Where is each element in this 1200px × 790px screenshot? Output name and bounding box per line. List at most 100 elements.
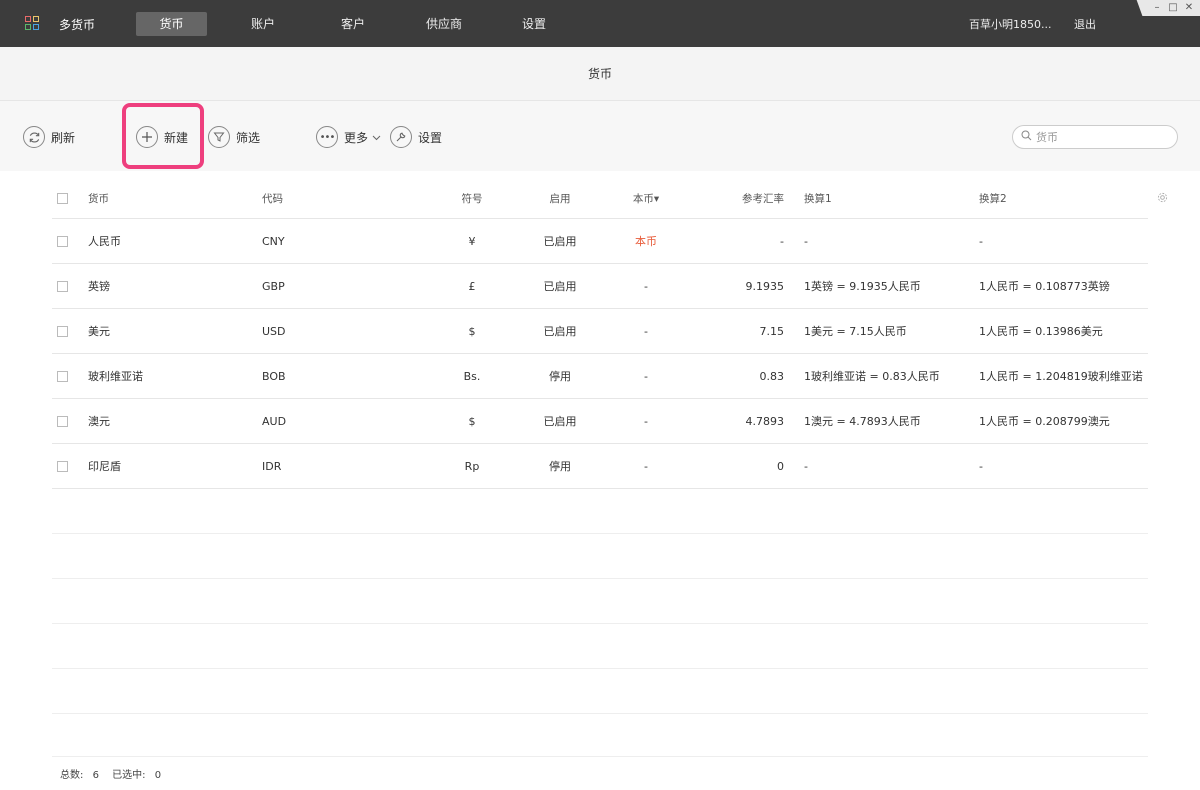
row-checkbox[interactable] [57, 415, 68, 427]
cell-currency-name: 人民币 [88, 235, 121, 248]
nav-tab-customers[interactable]: 客户 [326, 12, 380, 36]
row-checkbox[interactable] [57, 235, 68, 247]
top-nav-bar: 多货币 货币 账户 客户 供应商 设置 百草小明1850... 退出 – □ ✕ [0, 0, 1200, 47]
cell-conversion-2: - [979, 459, 983, 473]
row-checkbox-cell [57, 264, 68, 308]
nav-tab-accounts[interactable]: 账户 [236, 12, 290, 36]
refresh-button[interactable]: 刷新 [23, 125, 75, 149]
cell-rate: 4.7893 [745, 414, 785, 428]
empty-row [52, 669, 1148, 714]
header-currency[interactable]: 货币 [88, 178, 109, 218]
table-row[interactable]: 美元 USD $ 已启用 - 7.15 1美元 = 7.15人民币 1人民币 =… [52, 309, 1148, 354]
row-checkbox-cell [57, 444, 68, 488]
cell-rate: 9.1935 [745, 279, 785, 293]
refresh-label: 刷新 [51, 130, 76, 145]
cell-base-currency: - [644, 414, 648, 428]
header-conversion-2[interactable]: 换算2 [979, 178, 1007, 218]
cell-currency-name: 澳元 [88, 415, 110, 428]
empty-row [52, 714, 1148, 757]
cell-rate: - [780, 234, 784, 248]
more-label: 更多 [344, 130, 369, 145]
cell-base-currency: - [644, 324, 648, 338]
table-row[interactable]: 印尼盾 IDR Rp 停用 - 0 - - [52, 444, 1148, 489]
currency-table: 货币 代码 符号 启用 本币▾ 参考汇率 换算1 换算2 人民币 CNY ¥ 已… [52, 178, 1168, 757]
user-name[interactable]: 百草小明1850... [969, 16, 1051, 32]
filter-icon [208, 126, 230, 148]
select-all-checkbox[interactable] [57, 192, 68, 204]
search-input[interactable] [1036, 130, 1156, 144]
empty-row [52, 624, 1148, 669]
nav-tab-settings[interactable]: 设置 [507, 12, 561, 36]
more-button[interactable]: ••• 更多 [316, 125, 381, 149]
table-header-row: 货币 代码 符号 启用 本币▾ 参考汇率 换算1 换算2 [52, 178, 1168, 219]
header-rate[interactable]: 参考汇率 [702, 178, 784, 218]
page-title: 货币 [0, 47, 1200, 101]
header-enabled[interactable]: 启用 [530, 178, 590, 218]
cell-code: BOB [262, 369, 286, 383]
status-footer: 总数: 6 已选中: 0 [60, 766, 161, 781]
header-conversion-1[interactable]: 换算1 [804, 178, 832, 218]
chevron-down-icon [372, 131, 381, 144]
table-row[interactable]: 人民币 CNY ¥ 已启用 本币 - - - [52, 219, 1148, 264]
table-row[interactable]: 澳元 AUD $ 已启用 - 4.7893 1澳元 = 4.7893人民币 1人… [52, 399, 1148, 444]
total-count-label: 总数: [60, 770, 84, 781]
cell-currency-name: 美元 [88, 325, 110, 338]
cell-base-currency: - [644, 279, 648, 293]
cell-symbol: $ [468, 324, 476, 338]
header-code[interactable]: 代码 [262, 178, 283, 218]
cell-rate: 7.15 [759, 324, 785, 338]
cell-currency-name: 英镑 [88, 280, 110, 293]
column-settings-gear-icon[interactable] [1157, 192, 1168, 206]
row-checkbox[interactable] [57, 325, 68, 337]
cell-enabled: 停用 [549, 370, 571, 383]
row-checkbox-cell [57, 354, 68, 398]
logout-link[interactable]: 退出 [1074, 16, 1096, 32]
app-title: 多货币 [59, 18, 96, 32]
cell-code: IDR [262, 459, 282, 473]
cell-currency-name: 印尼盾 [88, 460, 121, 473]
cell-enabled: 停用 [549, 460, 571, 473]
row-checkbox[interactable] [57, 370, 68, 382]
table-row[interactable]: 英镑 GBP £ 已启用 - 9.1935 1英镑 = 9.1935人民币 1人… [52, 264, 1148, 309]
wrench-icon [390, 126, 412, 148]
app-logo-icon [25, 16, 39, 30]
search-box[interactable] [1012, 125, 1178, 149]
selected-count-label: 已选中: [112, 770, 146, 781]
close-icon[interactable]: ✕ [1182, 1, 1196, 14]
cell-rate: 0 [777, 459, 784, 473]
row-checkbox-cell [57, 309, 68, 353]
cell-rate: 0.83 [759, 369, 785, 383]
window-controls: – □ ✕ [1136, 0, 1200, 16]
maximize-icon[interactable]: □ [1166, 1, 1180, 14]
row-checkbox[interactable] [57, 460, 68, 472]
new-label: 新建 [164, 130, 189, 145]
header-base-currency[interactable]: 本币▾ [618, 178, 674, 218]
more-dots-icon: ••• [316, 126, 338, 148]
settings-button[interactable]: 设置 [390, 125, 442, 149]
cell-conversion-1: 1澳元 = 4.7893人民币 [804, 415, 921, 428]
row-checkbox-cell [57, 399, 68, 443]
cell-base-currency: - [644, 459, 648, 473]
empty-row [52, 534, 1148, 579]
cell-conversion-2: 1人民币 = 1.204819玻利维亚诺 [979, 370, 1143, 383]
row-checkbox[interactable] [57, 280, 68, 292]
nav-tab-suppliers[interactable]: 供应商 [414, 12, 474, 36]
header-symbol[interactable]: 符号 [447, 178, 497, 218]
cell-code: CNY [262, 234, 285, 248]
cell-enabled: 已启用 [543, 325, 577, 338]
selected-count-value: 0 [154, 770, 162, 781]
minimize-icon[interactable]: – [1150, 1, 1164, 14]
nav-tab-currency[interactable]: 货币 [136, 12, 207, 36]
cell-conversion-2: 1人民币 = 0.208799澳元 [979, 415, 1110, 428]
cell-base-currency: 本币 [635, 235, 657, 248]
cell-symbol: Rp [464, 459, 480, 473]
filter-button[interactable]: 筛选 [208, 125, 260, 149]
table-row[interactable]: 玻利维亚诺 BOB Bs. 停用 - 0.83 1玻利维亚诺 = 0.83人民币… [52, 354, 1148, 399]
cell-conversion-2: 1人民币 = 0.108773英镑 [979, 280, 1110, 293]
total-count-value: 6 [92, 770, 99, 781]
new-button[interactable]: 新建 [136, 125, 188, 149]
cell-symbol: Bs. [463, 369, 481, 383]
cell-conversion-1: 1英镑 = 9.1935人民币 [804, 280, 921, 293]
cell-symbol: ¥ [468, 234, 476, 248]
cell-base-currency: - [644, 369, 648, 383]
